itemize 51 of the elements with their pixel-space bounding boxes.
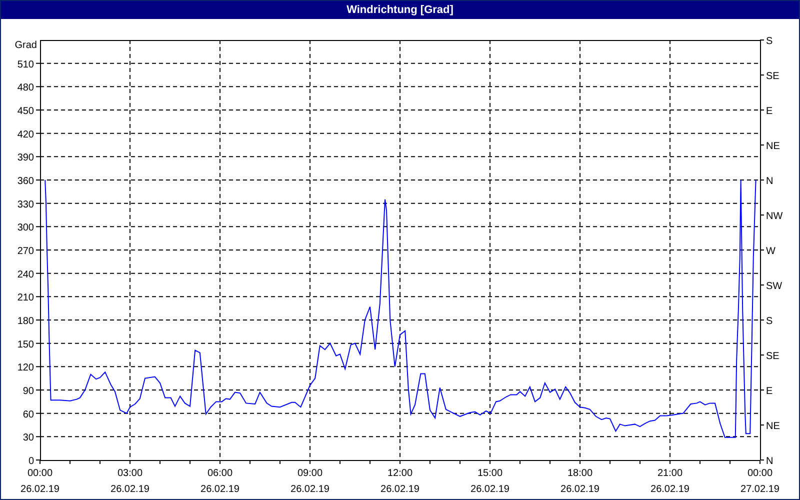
y-tick-label: 180 (17, 316, 34, 327)
y-tick-label: 120 (17, 362, 34, 374)
compass-label: W (766, 246, 776, 257)
y-tick-label: 30 (22, 432, 34, 444)
y-tick-label: 60 (22, 409, 34, 420)
date-label: 26.02.19 (650, 484, 690, 495)
compass-label: SE (766, 71, 780, 82)
time-label: 15:00 (477, 468, 503, 479)
time-label: 00:00 (747, 468, 773, 479)
compass-label: N (766, 456, 774, 467)
time-label: 03:00 (117, 468, 143, 479)
date-label: 26.02.19 (200, 484, 240, 495)
y-tick-label: 150 (17, 339, 34, 350)
time-label: 12:00 (387, 468, 413, 479)
y-tick-label: 270 (17, 246, 34, 257)
y-tick-label: 330 (17, 199, 34, 210)
compass-label: N (766, 176, 774, 187)
date-label: 26.02.19 (470, 484, 510, 495)
y-tick-label: 240 (17, 269, 34, 280)
y-tick-label: 450 (17, 106, 34, 117)
compass-label: NE (766, 141, 780, 152)
y-tick-label: 300 (17, 222, 34, 234)
compass-label: NW (766, 211, 783, 222)
compass-label: SW (766, 281, 782, 292)
compass-label: S (766, 36, 773, 47)
y-axis-label: Grad (14, 40, 37, 51)
time-label: 09:00 (297, 468, 323, 479)
compass-label: E (766, 386, 773, 397)
date-label: 26.02.19 (380, 484, 420, 495)
y-tick-label: 390 (17, 152, 34, 164)
y-tick-label: 0 (28, 456, 34, 467)
time-label: 18:00 (567, 468, 593, 479)
compass-label: NE (766, 421, 780, 432)
y-tick-label: 90 (22, 386, 34, 397)
date-label: 26.02.19 (110, 484, 150, 495)
compass-label: SE (766, 351, 780, 362)
y-tick-label: 360 (17, 176, 34, 187)
compass-label: E (766, 106, 773, 117)
date-label: 26.02.19 (560, 484, 600, 495)
compass-label: S (766, 316, 773, 327)
y-tick-label: 210 (17, 292, 34, 304)
window-title: Windrichtung [Grad] (346, 2, 454, 18)
date-label: 26.02.19 (290, 484, 330, 495)
time-label: 21:00 (657, 468, 683, 479)
y-tick-label: 420 (17, 129, 34, 140)
y-tick-label: 510 (17, 59, 34, 70)
date-label: 27.02.19 (740, 484, 780, 495)
y-tick-label: 480 (17, 82, 34, 94)
time-label: 06:00 (207, 468, 233, 479)
date-label: 26.02.19 (20, 484, 60, 495)
time-label: 00:00 (27, 468, 53, 479)
